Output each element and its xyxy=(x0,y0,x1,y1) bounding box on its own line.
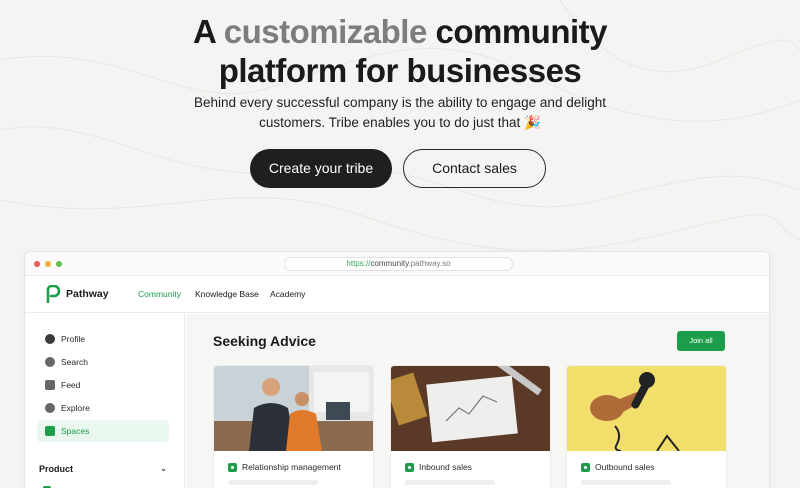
space-card[interactable]: Relationship management xyxy=(213,365,374,488)
phone-receiver-image xyxy=(567,366,726,451)
card-title: Inbound sales xyxy=(419,462,472,472)
card-placeholder-bar xyxy=(405,480,495,485)
contact-sales-button[interactable]: Contact sales xyxy=(403,149,546,188)
sidebar-item-feed[interactable]: Feed xyxy=(37,374,169,396)
browser-window: https://community.pathway.so Pathway Com… xyxy=(24,251,770,488)
pathway-logo-icon[interactable] xyxy=(45,285,61,303)
maximize-window-dot[interactable] xyxy=(56,261,62,267)
app-header: Pathway Community Knowledge Base Academy xyxy=(25,276,769,313)
space-icon xyxy=(228,463,237,472)
nav-academy[interactable]: Academy xyxy=(270,289,305,299)
space-icon xyxy=(581,463,590,472)
url-domain: .pathway.so xyxy=(408,259,451,268)
space-card[interactable]: Outbound sales xyxy=(566,365,727,488)
feed-icon xyxy=(45,380,55,390)
join-all-button[interactable]: Join all xyxy=(677,331,725,351)
headline-accent: customizable xyxy=(223,13,428,50)
office-meeting-image xyxy=(214,366,373,451)
sidebar-item-label: Feed xyxy=(61,380,81,390)
browser-chrome: https://community.pathway.so xyxy=(25,252,769,276)
main-content: Seeking Advice Join all Relationship man… xyxy=(186,314,769,488)
url-host: community xyxy=(370,259,409,268)
headline-part1: A xyxy=(192,13,224,50)
chevron-down-icon[interactable]: ⌄ xyxy=(160,464,167,473)
spaces-icon xyxy=(45,426,55,436)
headline-line2: platform for businesses xyxy=(218,52,582,89)
headline-part2: community xyxy=(426,13,608,50)
create-tribe-button[interactable]: Create your tribe xyxy=(250,149,392,188)
desk-chart-image xyxy=(391,366,550,451)
sidebar-section-product[interactable]: Product ⌄ xyxy=(39,464,167,474)
card-title: Relationship management xyxy=(242,462,341,472)
sidebar-item-search[interactable]: Search xyxy=(37,351,169,373)
space-card[interactable]: Inbound sales xyxy=(390,365,551,488)
search-icon xyxy=(45,357,55,367)
sidebar-item-explore[interactable]: Explore xyxy=(37,397,169,419)
brand-name: Pathway xyxy=(66,288,109,300)
nav-knowledge-base[interactable]: Knowledge Base xyxy=(195,289,259,299)
card-title: Outbound sales xyxy=(595,462,655,472)
sidebar-item-profile[interactable]: Profile xyxy=(37,328,169,350)
sidebar-item-label: Search xyxy=(61,357,88,367)
page-title: Seeking Advice xyxy=(213,333,316,349)
nav-community[interactable]: Community xyxy=(138,289,181,299)
sidebar-item-spaces[interactable]: Spaces xyxy=(37,420,169,442)
subtitle-line1: Behind every successful company is the a… xyxy=(193,95,606,110)
sidebar-item-label: Profile xyxy=(61,334,86,344)
space-icon xyxy=(405,463,414,472)
avatar-icon xyxy=(45,334,55,344)
card-placeholder-bar xyxy=(228,480,318,485)
address-bar[interactable]: https://community.pathway.so xyxy=(284,257,513,271)
url-protocol: https:// xyxy=(346,259,371,268)
sidebar-item-label: Spaces xyxy=(61,426,90,436)
sidebar-item-label: Explore xyxy=(61,403,90,413)
subtitle-line2: customers. Tribe enables you to do just … xyxy=(259,115,541,130)
compass-icon xyxy=(45,403,55,413)
hero-subtitle: Behind every successful company is the a… xyxy=(0,93,800,133)
close-window-dot[interactable] xyxy=(34,261,40,267)
sidebar: Profile Search Feed Explore Spaces Produ… xyxy=(25,314,185,488)
card-placeholder-bar xyxy=(581,480,671,485)
sidebar-section-label: Product xyxy=(39,464,74,474)
minimize-window-dot[interactable] xyxy=(45,261,51,267)
hero-headline: A customizable community platform for bu… xyxy=(0,12,800,90)
